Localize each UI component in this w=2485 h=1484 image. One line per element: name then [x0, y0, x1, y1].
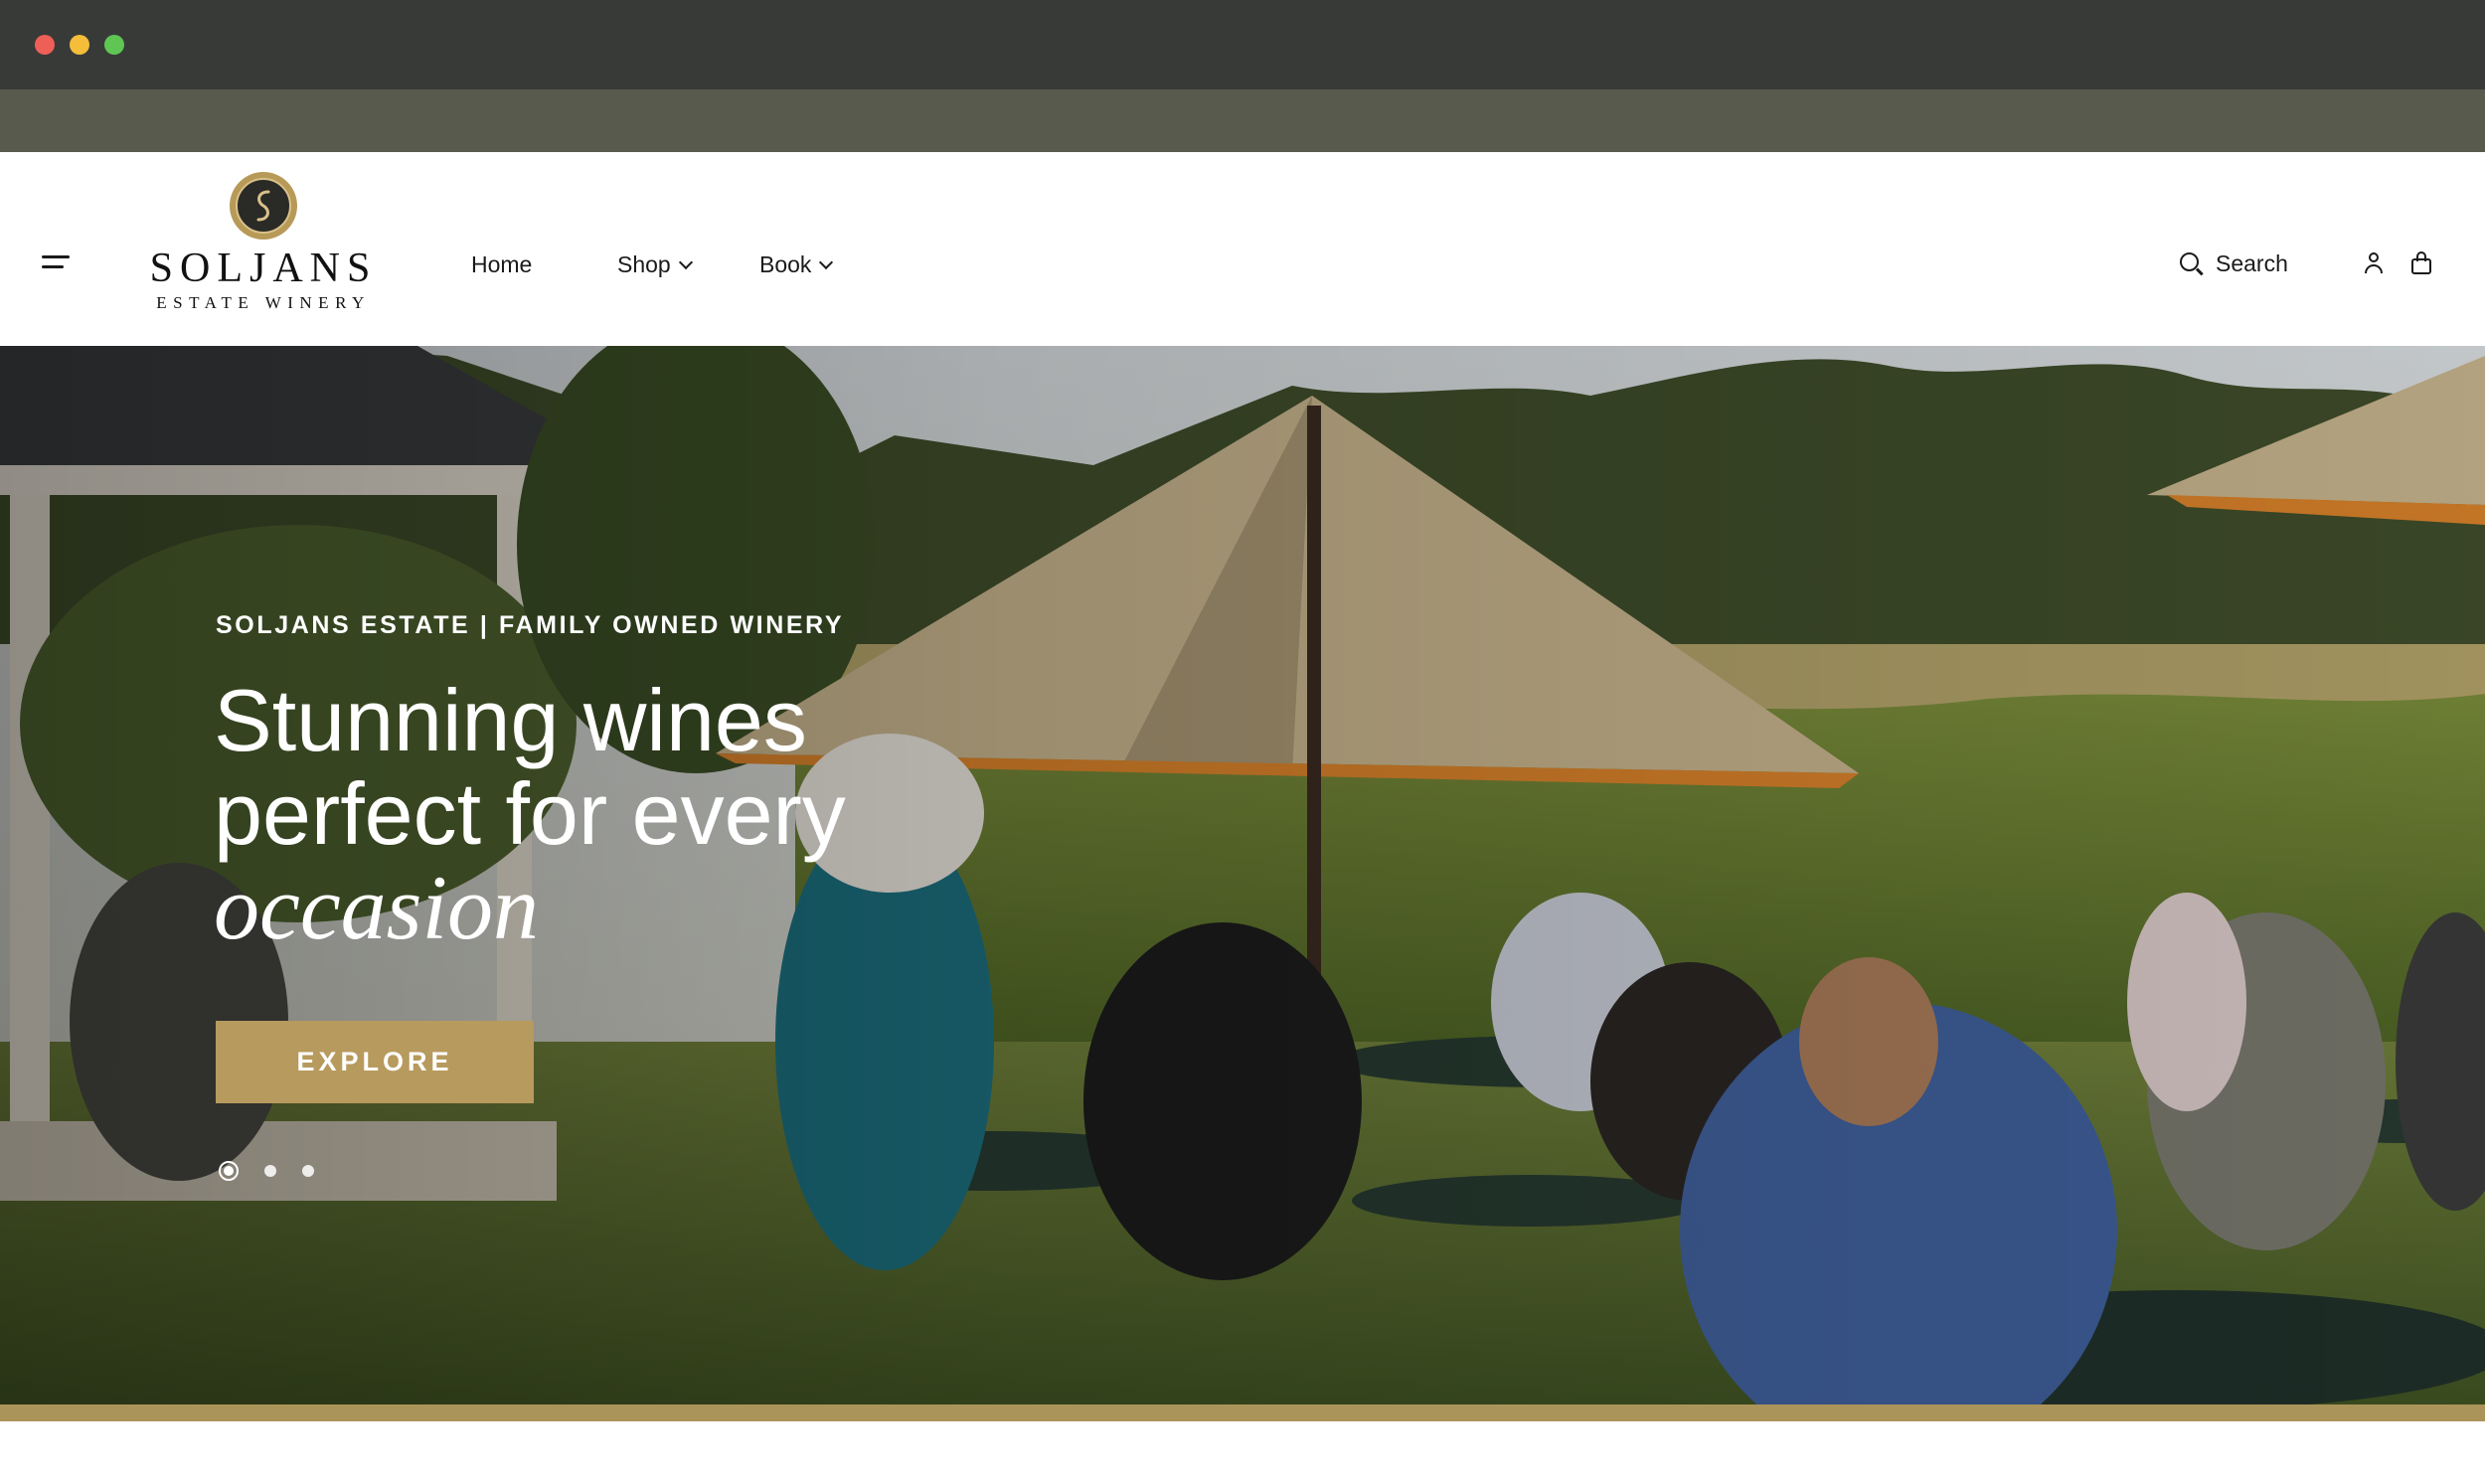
site-logo[interactable]: SOLJANS ESTATE WINERY: [149, 172, 378, 312]
nav-book[interactable]: Book: [759, 251, 834, 278]
nav-shop[interactable]: Shop: [617, 251, 693, 278]
gold-divider: [0, 1404, 2485, 1421]
slider-dot-3[interactable]: [302, 1165, 314, 1177]
logo-seal: [230, 172, 297, 240]
search-icon: [2180, 251, 2204, 276]
page-content-start: [0, 1421, 2485, 1484]
slider-dot-2[interactable]: [264, 1165, 276, 1177]
nav-shop-label: Shop: [617, 251, 671, 277]
nav-book-label: Book: [759, 251, 812, 277]
menu-icon[interactable]: [42, 255, 72, 271]
window-close-button[interactable]: [35, 35, 55, 55]
hero-banner: SOLJANS ESTATE | FAMILY OWNED WINERY Stu…: [0, 346, 2485, 1404]
logo-tagline: ESTATE WINERY: [156, 293, 371, 312]
announcement-bar: [0, 89, 2485, 152]
window-minimize-button[interactable]: [70, 35, 89, 55]
explore-button[interactable]: EXPLORE: [216, 1021, 534, 1103]
browser-chrome: [0, 0, 2485, 89]
hero-eyebrow: SOLJANS ESTATE | FAMILY OWNED WINERY: [216, 611, 845, 639]
site-header: SOLJANS ESTATE WINERY Home Shop Book Sea…: [0, 152, 2485, 346]
chevron-down-icon: [819, 254, 834, 269]
cart-icon[interactable]: [2410, 251, 2432, 275]
chevron-down-icon: [678, 254, 693, 269]
nav-home[interactable]: Home: [471, 251, 532, 278]
hero-headline-line2: perfect for every: [214, 764, 846, 863]
slider-dots: [219, 1161, 314, 1181]
hero-headline-line3: occasion: [214, 857, 540, 958]
slider-dot-1[interactable]: [219, 1161, 239, 1181]
account-icon[interactable]: [2363, 251, 2385, 275]
search-button[interactable]: Search: [2180, 250, 2288, 277]
logo-name: SOLJANS: [149, 246, 378, 291]
nav-home-label: Home: [471, 251, 533, 277]
hero-headline-line1: Stunning wines: [214, 671, 807, 769]
hero-headline: Stunning wines perfect for every occasio…: [214, 671, 846, 958]
search-label: Search: [2216, 250, 2288, 276]
window-maximize-button[interactable]: [104, 35, 124, 55]
